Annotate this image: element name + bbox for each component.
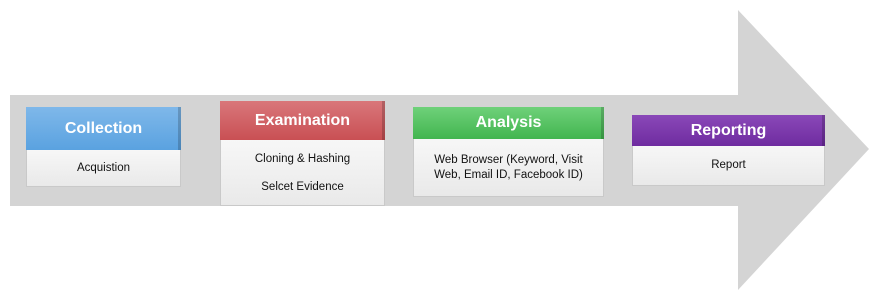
stage-body: Web Browser (Keyword, Visit Web, Email I… [413, 139, 604, 197]
stage-text: Acquistion [76, 161, 131, 174]
stage-body: Cloning & Hashing Selcet Evidence [220, 140, 385, 206]
stage-reporting: Reporting Report [632, 115, 825, 186]
stage-text: Report [711, 159, 746, 171]
stage-title: Examination [220, 101, 385, 140]
stage-body: Report [632, 146, 825, 186]
stage-text: Web, Email ID, Facebook ID) [434, 168, 583, 181]
stage-body: Acquistion [26, 150, 181, 187]
stage-title: Reporting [632, 115, 825, 146]
stage-examination: Examination Cloning & Hashing Selcet Evi… [220, 101, 385, 206]
stage-text: Web Browser (Keyword, Visit [434, 153, 583, 166]
stage-analysis: Analysis Web Browser (Keyword, Visit Web… [413, 107, 604, 197]
stage-text: Selcet Evidence [261, 180, 344, 193]
stage-collection: Collection Acquistion [26, 107, 181, 187]
stage-title: Collection [26, 107, 181, 150]
stage-text: Cloning & Hashing [254, 153, 351, 166]
stage-title: Analysis [413, 107, 604, 139]
